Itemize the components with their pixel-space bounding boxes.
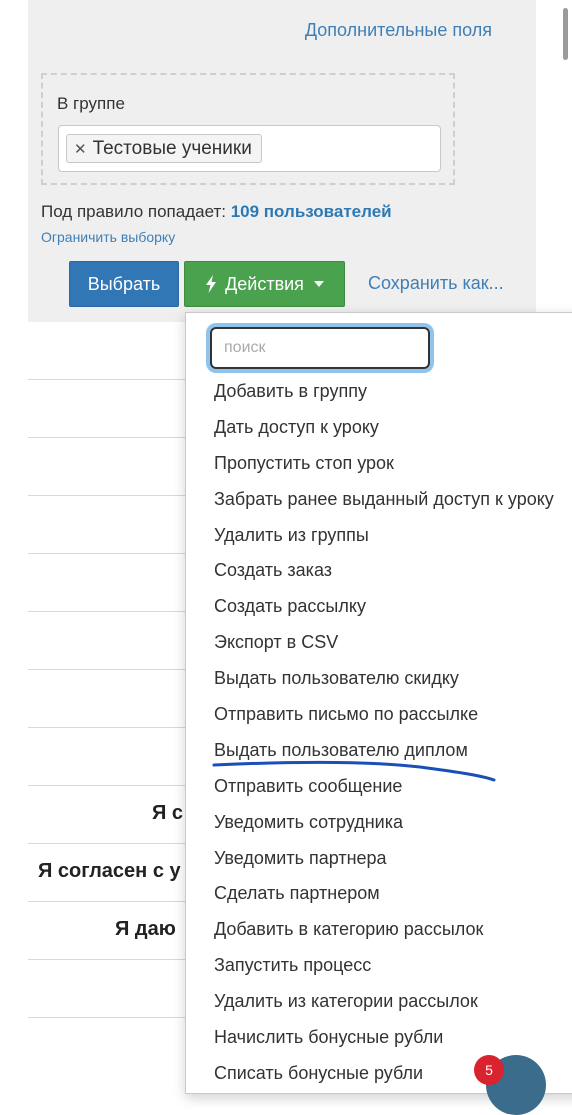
row-divider bbox=[28, 1017, 185, 1018]
chevron-down-icon bbox=[313, 281, 324, 287]
menu-item-accrue-bonus[interactable]: Начислить бонусные рубли bbox=[186, 1020, 554, 1056]
consent-row-text: Я даю bbox=[115, 918, 176, 940]
menu-item-send-mailing-letter[interactable]: Отправить письмо по рассылке bbox=[186, 697, 554, 733]
consent-row-text: Я согласен с у bbox=[38, 860, 181, 882]
menu-item-remove-from-group[interactable]: Удалить из группы bbox=[186, 518, 554, 554]
menu-item-issue-diploma[interactable]: Выдать пользователю диплом bbox=[186, 733, 554, 769]
menu-item-add-mailing-category[interactable]: Добавить в категорию рассылок bbox=[186, 912, 554, 948]
limit-selection-link[interactable]: Ограничить выборку bbox=[41, 229, 175, 245]
row-divider bbox=[28, 379, 185, 380]
group-tag-label: Тестовые ученики bbox=[92, 137, 252, 159]
actions-dropdown-button[interactable]: Действия bbox=[184, 261, 345, 307]
save-as-link[interactable]: Сохранить как... bbox=[368, 273, 504, 294]
menu-item-grant-lesson-access[interactable]: Дать доступ к уроку bbox=[186, 410, 554, 446]
remove-tag-icon[interactable]: ✕ bbox=[74, 140, 87, 158]
row-divider bbox=[28, 959, 185, 960]
actions-search-input[interactable]: поиск bbox=[210, 327, 430, 369]
menu-item-notify-employee[interactable]: Уведомить сотрудника bbox=[186, 805, 554, 841]
row-divider bbox=[28, 553, 185, 554]
group-condition-box: В группе ✕ Тестовые ученики bbox=[41, 73, 455, 185]
notification-badge: 5 bbox=[474, 1055, 504, 1085]
menu-item-give-discount[interactable]: Выдать пользователю скидку bbox=[186, 661, 554, 697]
row-divider bbox=[28, 901, 185, 902]
consent-row-text: Я с bbox=[152, 802, 184, 824]
menu-item-add-to-group[interactable]: Добавить в группу bbox=[186, 374, 554, 410]
actions-menu-list: Добавить в группу Дать доступ к уроку Пр… bbox=[186, 374, 554, 1092]
row-divider bbox=[28, 495, 185, 496]
menu-item-remove-mailing-category[interactable]: Удалить из категории рассылок bbox=[186, 984, 554, 1020]
menu-item-revoke-lesson-access[interactable]: Забрать ранее выданный доступ к уроку bbox=[186, 482, 554, 518]
row-divider bbox=[28, 669, 185, 670]
menu-item-skip-stop-lesson[interactable]: Пропустить стоп урок bbox=[186, 446, 554, 482]
lightning-icon bbox=[206, 275, 217, 293]
rule-user-count-link[interactable]: 109 пользователей bbox=[231, 202, 392, 221]
row-divider bbox=[28, 611, 185, 612]
menu-item-make-partner[interactable]: Сделать партнером bbox=[186, 876, 554, 912]
menu-item-send-message[interactable]: Отправить сообщение bbox=[186, 769, 554, 805]
rule-summary-prefix: Под правило попадает: bbox=[41, 202, 226, 221]
group-select-input[interactable]: ✕ Тестовые ученики bbox=[58, 125, 441, 172]
scrollbar-thumb[interactable] bbox=[563, 8, 568, 60]
menu-item-create-mailing[interactable]: Создать рассылку bbox=[186, 589, 554, 625]
actions-button-label: Действия bbox=[225, 273, 304, 294]
select-button[interactable]: Выбрать bbox=[69, 261, 179, 307]
group-condition-label: В группе bbox=[57, 94, 125, 113]
row-divider bbox=[28, 785, 185, 786]
menu-item-notify-partner[interactable]: Уведомить партнера bbox=[186, 841, 554, 877]
extra-fields-link[interactable]: Дополнительные поля bbox=[305, 20, 492, 41]
menu-item-export-csv[interactable]: Экспорт в CSV bbox=[186, 625, 554, 661]
row-divider bbox=[28, 727, 185, 728]
row-divider bbox=[28, 843, 185, 844]
menu-item-create-order[interactable]: Создать заказ bbox=[186, 553, 554, 589]
menu-item-start-process[interactable]: Запустить процесс bbox=[186, 948, 554, 984]
actions-dropdown-menu: поиск Добавить в группу Дать доступ к ур… bbox=[185, 312, 572, 1094]
filter-panel: Дополнительные поля В группе ✕ Тестовые … bbox=[28, 0, 536, 322]
row-divider bbox=[28, 437, 185, 438]
rule-summary: Под правило попадает: 109 пользователей bbox=[41, 202, 392, 222]
select-button-label: Выбрать bbox=[87, 273, 161, 294]
group-tag: ✕ Тестовые ученики bbox=[66, 134, 262, 163]
page-margin bbox=[0, 0, 28, 1080]
